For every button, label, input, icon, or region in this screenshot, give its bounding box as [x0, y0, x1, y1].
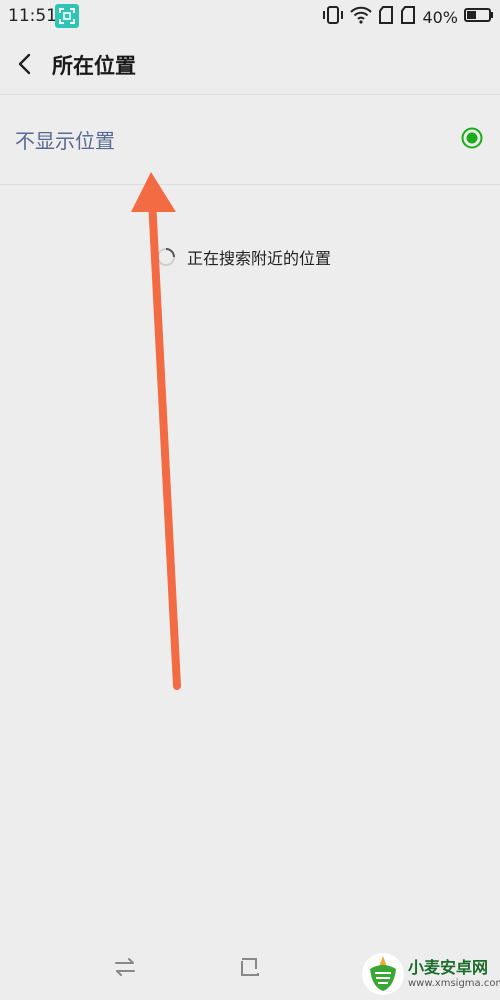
header: 所在位置 [0, 34, 500, 95]
radio-selected-icon[interactable] [461, 127, 483, 149]
home-square-icon[interactable] [236, 953, 264, 981]
searching-indicator: 正在搜索附近的位置 [155, 244, 331, 270]
sim2-icon [400, 5, 416, 29]
option-label: 不显示位置 [15, 129, 115, 153]
page-title: 所在位置 [52, 54, 136, 78]
battery-percent: 40% [422, 7, 458, 27]
watermark-url: www.xmsigma.com [408, 978, 500, 989]
watermark-text: 小麦安卓网 [408, 958, 489, 977]
vibrate-icon [322, 5, 344, 29]
battery-icon [464, 7, 494, 27]
option-hide-location[interactable]: 不显示位置 [0, 95, 500, 185]
watermark: 小麦安卓网 www.xmsigma.com [360, 948, 500, 1000]
scan-icon [55, 4, 79, 28]
searching-text: 正在搜索附近的位置 [187, 249, 332, 268]
sim1-icon [378, 5, 394, 29]
watermark-logo-icon [362, 953, 404, 995]
status-bar: 11:51 40% [0, 0, 500, 34]
status-time: 11:51 [8, 6, 57, 26]
status-icons: 40% [322, 6, 494, 28]
wifi-icon [350, 5, 373, 29]
chevron-left-icon[interactable] [12, 50, 40, 78]
loading-spinner-icon [155, 246, 177, 268]
screen: 11:51 40% 所在位置 不显示位置 正在搜索附近的位置 小麦安卓网 www… [0, 0, 500, 1000]
switch-icon[interactable] [111, 953, 139, 981]
